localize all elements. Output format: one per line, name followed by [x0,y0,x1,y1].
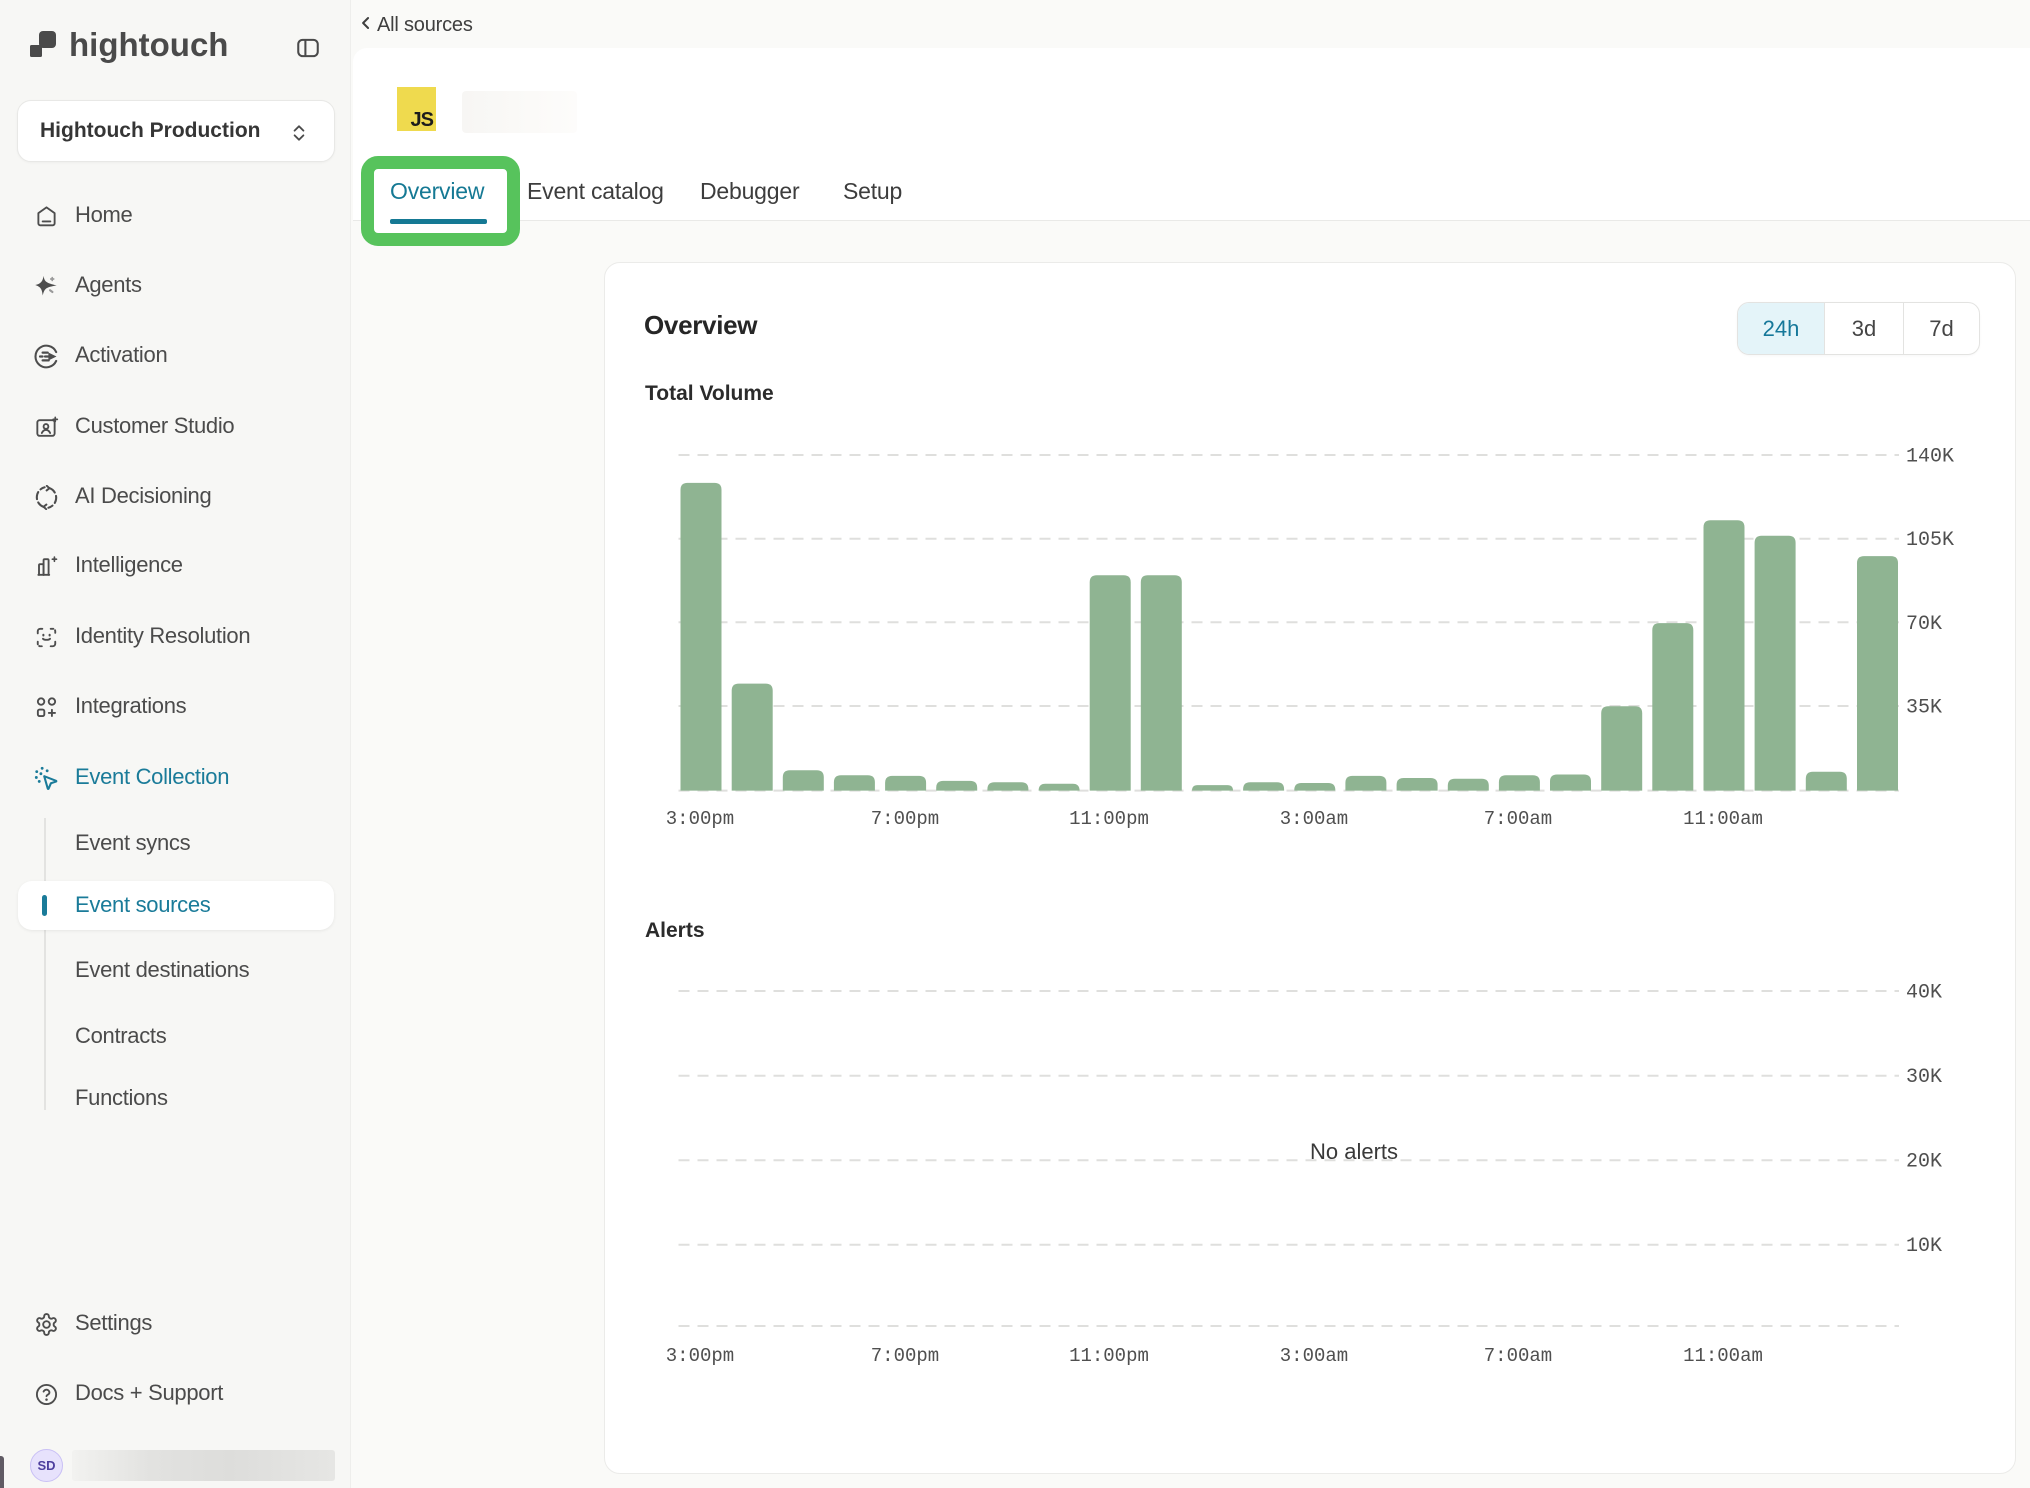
svg-text:3:00pm: 3:00pm [666,1345,734,1367]
svg-text:105K: 105K [1906,529,1954,552]
svg-text:35K: 35K [1906,697,1942,720]
svg-text:3:00am: 3:00am [1280,808,1348,830]
svg-text:7:00pm: 7:00pm [871,1345,939,1367]
svg-text:20K: 20K [1906,1151,1942,1174]
svg-text:140K: 140K [1906,446,1954,469]
svg-text:70K: 70K [1906,613,1942,636]
svg-text:7:00am: 7:00am [1484,808,1552,830]
svg-text:3:00am: 3:00am [1280,1345,1348,1367]
svg-text:40K: 40K [1906,982,1942,1005]
svg-text:11:00am: 11:00am [1683,1345,1763,1367]
svg-text:11:00pm: 11:00pm [1069,808,1149,830]
svg-text:3:00pm: 3:00pm [666,808,734,830]
svg-text:11:00am: 11:00am [1683,808,1763,830]
svg-text:7:00am: 7:00am [1484,1345,1552,1367]
svg-text:30K: 30K [1906,1066,1942,1089]
svg-text:10K: 10K [1906,1235,1942,1258]
svg-text:7:00pm: 7:00pm [871,808,939,830]
svg-text:11:00pm: 11:00pm [1069,1345,1149,1367]
